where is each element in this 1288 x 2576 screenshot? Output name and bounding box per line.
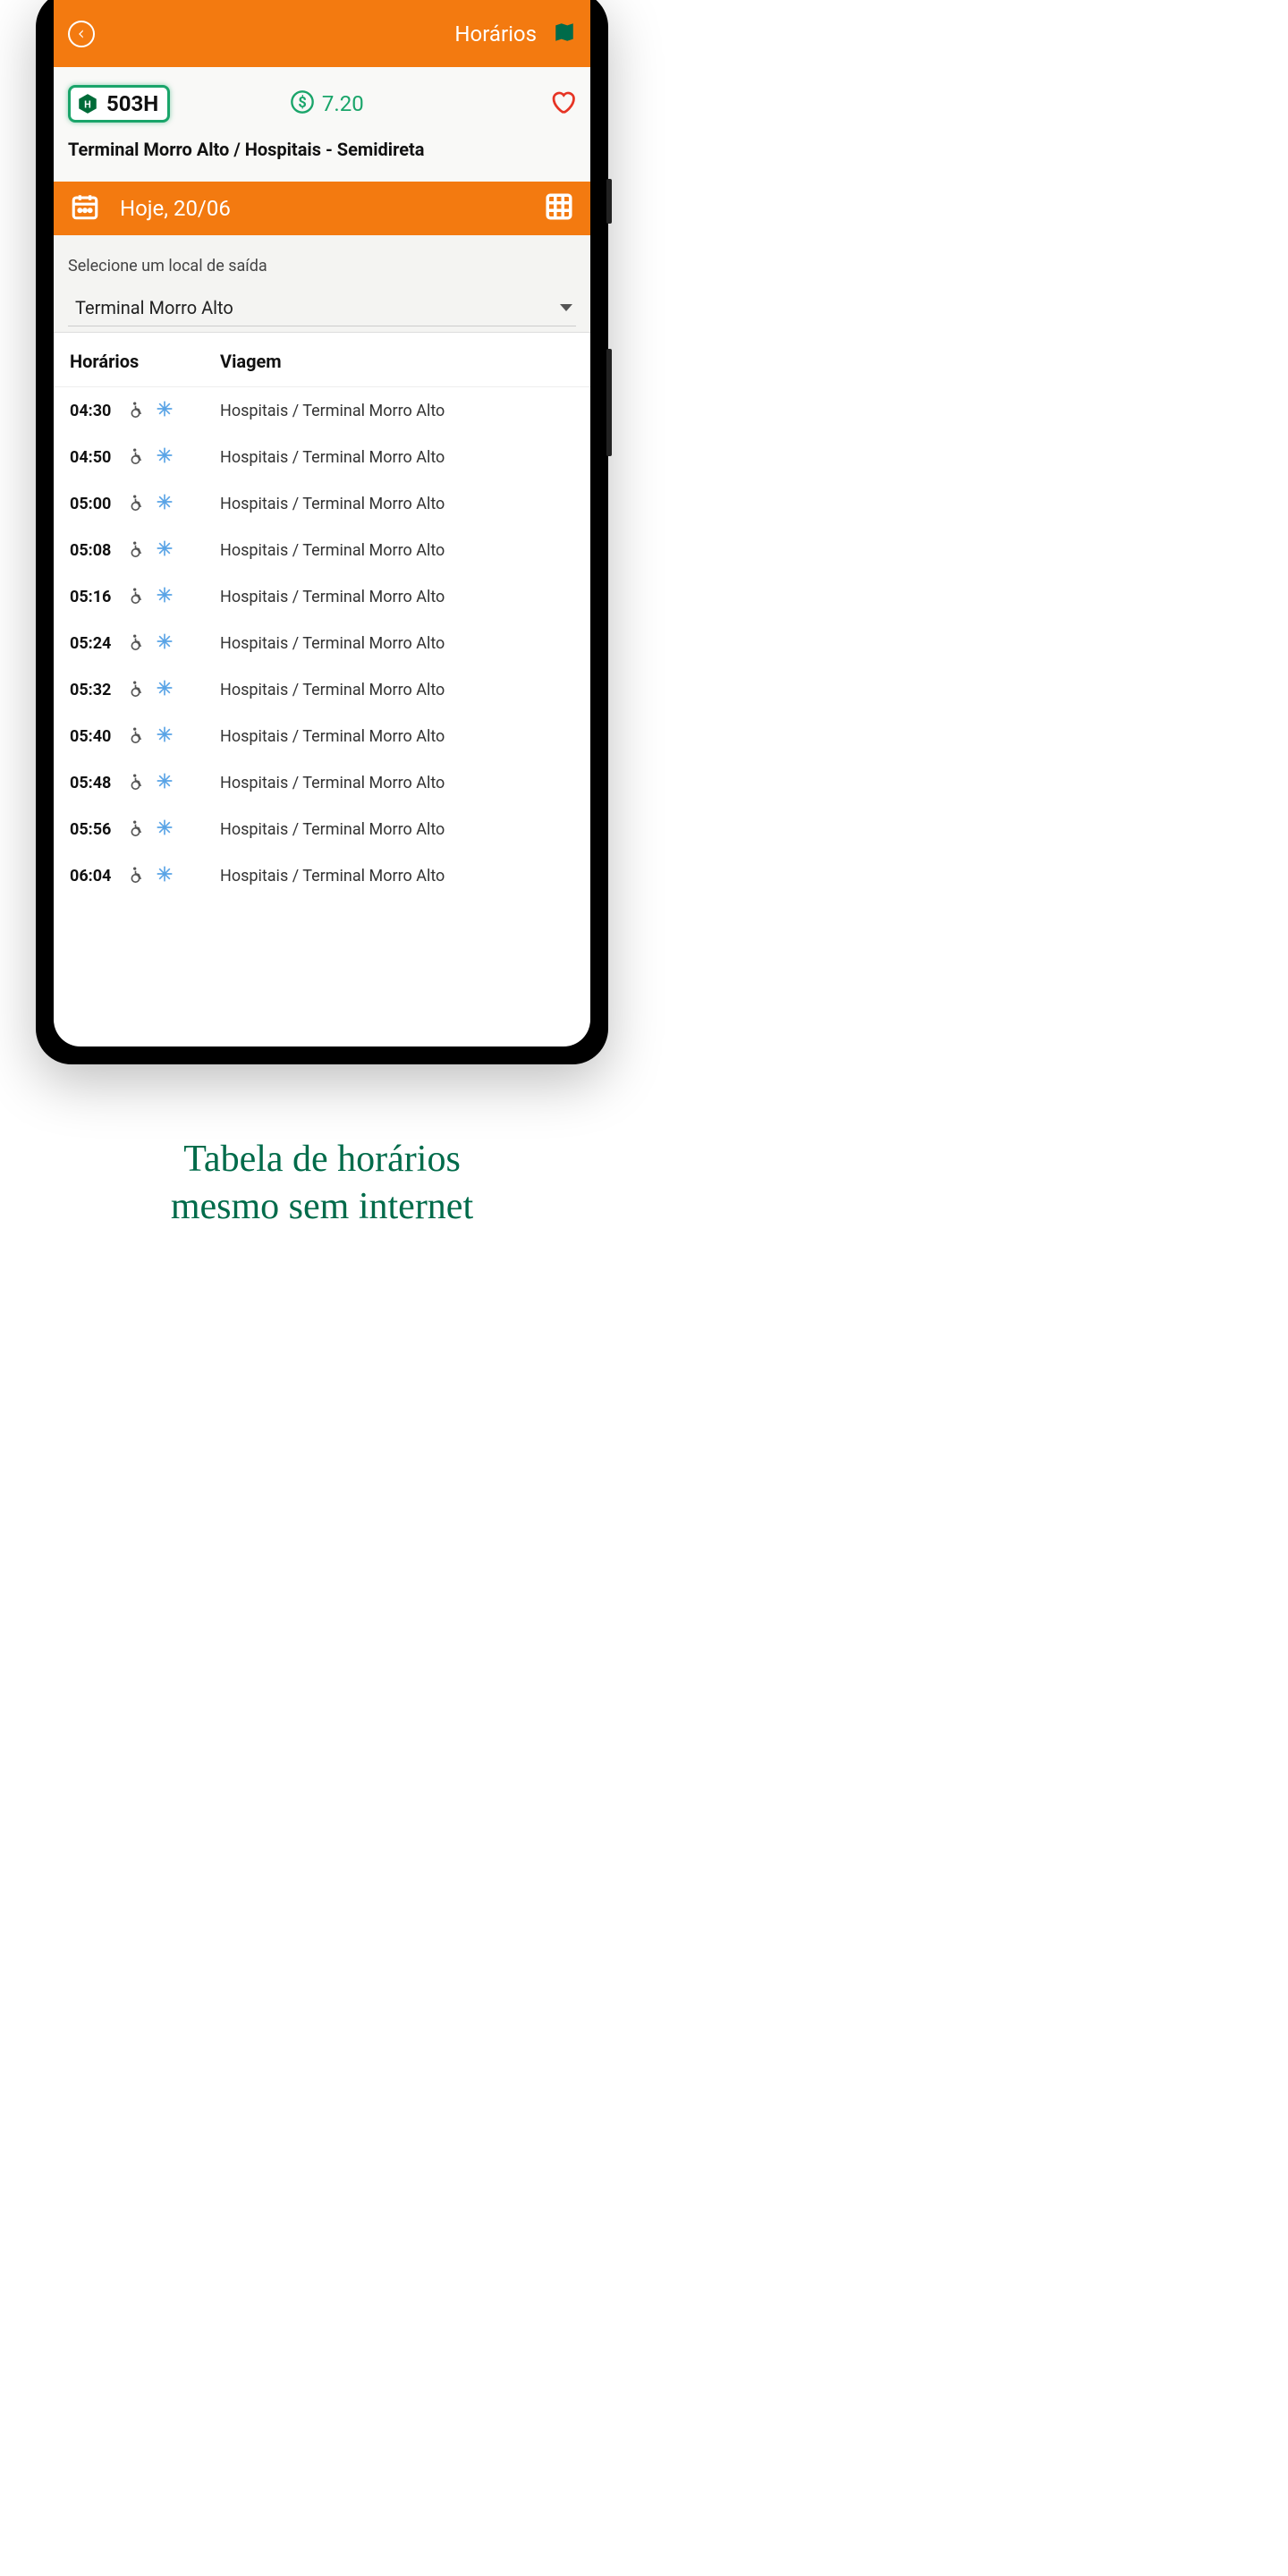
snowflake-icon: [156, 400, 174, 421]
snowflake-icon: [156, 679, 174, 700]
wheelchair-icon: [129, 539, 147, 561]
route-code: 503H: [106, 91, 158, 116]
departure-time: 04:30: [70, 402, 129, 420]
phone-frame: Horários H 503H $ 7.20: [36, 0, 608, 1064]
back-button[interactable]: [68, 21, 95, 47]
column-header-trip: Viagem: [220, 351, 282, 372]
wheelchair-icon: [129, 725, 147, 747]
grid-view-button[interactable]: [544, 191, 574, 225]
schedule-row[interactable]: 05:48 Hospitais / Terminal Morro Alto: [54, 759, 590, 806]
schedule-rows[interactable]: 04:30Hospitais / Terminal Morro Alto04:5…: [54, 387, 590, 1046]
trip-destination: Hospitais / Terminal Morro Alto: [220, 402, 445, 420]
schedule-row[interactable]: 04:30 Hospitais / Terminal Morro Alto: [54, 387, 590, 434]
calendar-button[interactable]: [70, 191, 100, 225]
schedule-row[interactable]: 06:04 Hospitais / Terminal Morro Alto: [54, 852, 590, 899]
departure-time: 05:16: [70, 588, 129, 606]
departure-select-area: Selecione um local de saída Terminal Mor…: [54, 235, 590, 333]
app-header: Horários: [54, 0, 590, 67]
departure-time: 05:00: [70, 495, 129, 513]
grid-icon: [544, 191, 574, 222]
promo-text: Tabela de horários mesmo sem internet: [0, 1136, 644, 1230]
chevron-down-icon: [560, 304, 572, 311]
wheelchair-icon: [129, 865, 147, 886]
trip-destination: Hospitais / Terminal Morro Alto: [220, 448, 445, 467]
heart-icon: [549, 89, 576, 115]
map-icon: [553, 21, 576, 44]
fare: $ 7.20: [290, 89, 364, 118]
trip-destination: Hospitais / Terminal Morro Alto: [220, 541, 445, 560]
svg-text:$: $: [298, 94, 306, 111]
map-button[interactable]: [553, 21, 576, 47]
snowflake-icon: [156, 493, 174, 514]
schedule-table-header: Horários Viagem: [54, 333, 590, 387]
snowflake-icon: [156, 865, 174, 886]
trip-destination: Hospitais / Terminal Morro Alto: [220, 774, 445, 792]
wheelchair-icon: [129, 586, 147, 607]
snowflake-icon: [156, 586, 174, 607]
wheelchair-icon: [129, 818, 147, 840]
departure-time: 04:50: [70, 448, 129, 467]
departure-time: 05:08: [70, 541, 129, 560]
wheelchair-icon: [129, 493, 147, 514]
column-header-time: Horários: [70, 351, 220, 372]
trip-destination: Hospitais / Terminal Morro Alto: [220, 634, 445, 653]
wheelchair-icon: [129, 446, 147, 468]
phone-screen: Horários H 503H $ 7.20: [54, 0, 590, 1046]
schedule-row[interactable]: 05:16 Hospitais / Terminal Morro Alto: [54, 573, 590, 620]
phone-side-button: [606, 179, 612, 224]
trip-destination: Hospitais / Terminal Morro Alto: [220, 820, 445, 839]
route-info-card: H 503H $ 7.20 Terminal Morro Alto / Hosp…: [54, 67, 590, 176]
route-badge[interactable]: H 503H: [68, 85, 170, 123]
snowflake-icon: [156, 446, 174, 468]
trip-destination: Hospitais / Terminal Morro Alto: [220, 588, 445, 606]
departure-time: 05:40: [70, 727, 129, 746]
wheelchair-icon: [129, 632, 147, 654]
schedule-row[interactable]: 05:40 Hospitais / Terminal Morro Alto: [54, 713, 590, 759]
schedule-row[interactable]: 05:24 Hospitais / Terminal Morro Alto: [54, 620, 590, 666]
trip-destination: Hospitais / Terminal Morro Alto: [220, 727, 445, 746]
favorite-button[interactable]: [549, 89, 576, 119]
departure-time: 06:04: [70, 867, 129, 886]
trip-destination: Hospitais / Terminal Morro Alto: [220, 867, 445, 886]
snowflake-icon: [156, 539, 174, 561]
schedule-row[interactable]: 05:56 Hospitais / Terminal Morro Alto: [54, 806, 590, 852]
calendar-icon: [70, 191, 100, 222]
departure-select-label: Selecione um local de saída: [68, 257, 576, 275]
wheelchair-icon: [129, 679, 147, 700]
wheelchair-icon: [129, 772, 147, 793]
svg-text:H: H: [84, 98, 91, 110]
schedule-row[interactable]: 04:50 Hospitais / Terminal Morro Alto: [54, 434, 590, 480]
departure-time: 05:48: [70, 774, 129, 792]
departure-select[interactable]: Terminal Morro Alto: [68, 292, 576, 326]
snowflake-icon: [156, 772, 174, 793]
departure-select-value: Terminal Morro Alto: [75, 297, 560, 318]
snowflake-icon: [156, 725, 174, 747]
trip-destination: Hospitais / Terminal Morro Alto: [220, 495, 445, 513]
snowflake-icon: [156, 632, 174, 654]
wheelchair-icon: [129, 400, 147, 421]
promo-line-1: Tabela de horários: [36, 1136, 608, 1183]
departure-time: 05:56: [70, 820, 129, 839]
schedule-row[interactable]: 05:00 Hospitais / Terminal Morro Alto: [54, 480, 590, 527]
fare-value: 7.20: [322, 91, 364, 116]
trip-destination: Hospitais / Terminal Morro Alto: [220, 681, 445, 699]
promo-line-2: mesmo sem internet: [36, 1183, 608, 1231]
page-title: Horários: [454, 21, 537, 47]
schedule-row[interactable]: 05:08 Hospitais / Terminal Morro Alto: [54, 527, 590, 573]
date-label[interactable]: Hoje, 20/06: [120, 196, 544, 221]
departure-time: 05:32: [70, 681, 129, 699]
departure-time: 05:24: [70, 634, 129, 653]
dollar-icon: $: [290, 89, 315, 118]
schedule-row[interactable]: 05:32 Hospitais / Terminal Morro Alto: [54, 666, 590, 713]
arrow-left-icon: [75, 28, 88, 40]
route-name: Terminal Morro Alto / Hospitais - Semidi…: [68, 139, 576, 160]
route-hex-icon: H: [76, 92, 99, 115]
phone-side-button: [606, 349, 612, 456]
snowflake-icon: [156, 818, 174, 840]
date-bar: Hoje, 20/06: [54, 176, 590, 235]
